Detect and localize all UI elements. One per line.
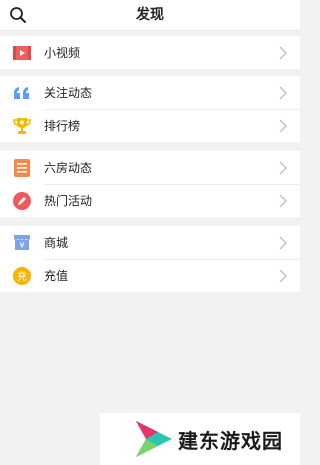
quote-icon <box>13 84 31 102</box>
page-title: 发现 <box>136 7 164 23</box>
top-bar: 发现 <box>0 0 300 31</box>
chevron-right-icon <box>279 118 288 133</box>
recharge-icon: 充 <box>13 266 31 285</box>
menu-item-label: 排行榜 <box>44 119 81 133</box>
menu-group-store: ¥ 商城 充 充值 <box>0 226 300 292</box>
trophy-icon <box>13 117 31 135</box>
chevron-right-icon <box>279 85 288 100</box>
watermark-logo-icon <box>136 421 172 457</box>
watermark-text: 建东游戏园 <box>178 428 283 453</box>
chevron-right-icon <box>279 45 288 60</box>
menu-item-store[interactable]: ¥ 商城 <box>0 226 300 259</box>
menu-group-activity: 六房动态 热门活动 <box>0 151 300 217</box>
menu-item-label: 热门活动 <box>44 194 93 208</box>
chevron-right-icon <box>279 268 288 283</box>
menu-item-label: 关注动态 <box>44 86 93 100</box>
chevron-right-icon <box>279 160 288 175</box>
menu-item-liufang-news[interactable]: 六房动态 <box>0 151 300 184</box>
video-icon <box>13 44 31 62</box>
menu-item-hot-events[interactable]: 热门活动 <box>0 184 300 217</box>
menu-item-label: 充值 <box>44 269 69 283</box>
watermark: 建东游戏园 <box>100 413 300 465</box>
menu-item-label: 小视频 <box>44 46 81 60</box>
chevron-right-icon <box>279 235 288 250</box>
pencil-icon <box>13 191 31 210</box>
chevron-right-icon <box>279 193 288 208</box>
shop-icon: ¥ <box>13 234 31 252</box>
svg-text:充: 充 <box>17 270 27 283</box>
menu-group-social: 关注动态 排行榜 <box>0 76 300 142</box>
list-icon <box>13 158 31 177</box>
menu-group-video: 小视频 <box>0 36 300 69</box>
menu-item-leaderboard[interactable]: 排行榜 <box>0 109 300 142</box>
menu-item-label: 六房动态 <box>44 161 93 175</box>
menu-item-following-feed[interactable]: 关注动态 <box>0 76 300 109</box>
menu-item-label: 商城 <box>44 236 69 250</box>
menu-item-recharge[interactable]: 充 充值 <box>0 259 300 292</box>
svg-text:¥: ¥ <box>19 241 24 250</box>
menu-item-short-video[interactable]: 小视频 <box>0 36 300 69</box>
